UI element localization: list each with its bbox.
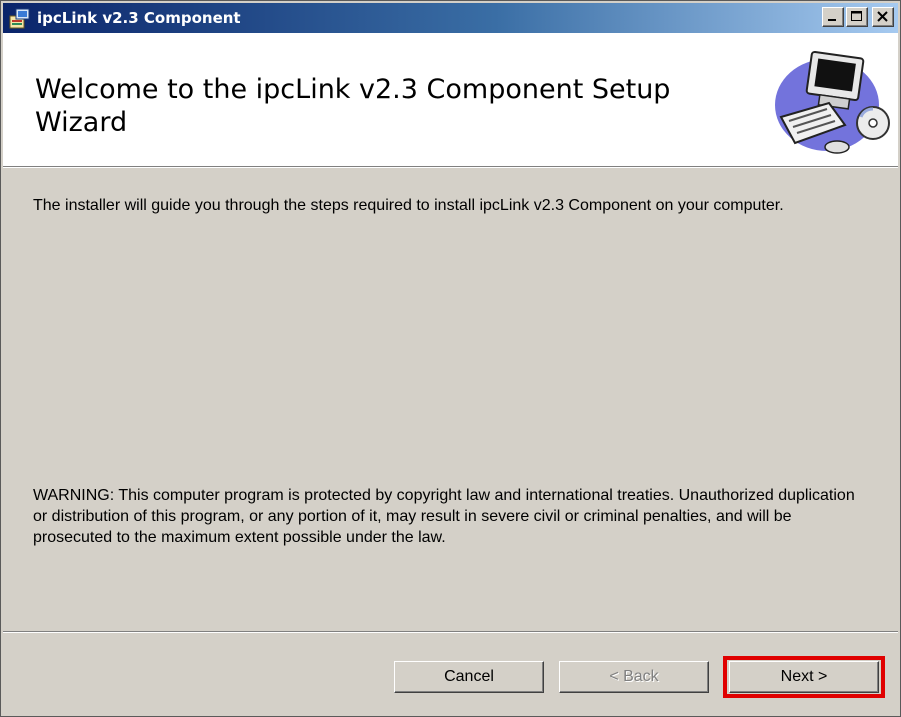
button-separator [3, 631, 898, 633]
minimize-icon [828, 19, 836, 21]
cancel-button[interactable]: Cancel [394, 661, 544, 693]
title-bar-buttons [820, 7, 894, 27]
page-title: Welcome to the ipcLink v2.3 Component Se… [35, 74, 671, 138]
close-button[interactable] [872, 7, 894, 27]
setup-wizard-window: ipcLink v2.3 Component Welcome to the ip… [0, 0, 901, 717]
copyright-warning-text: WARNING: This computer program is protec… [33, 487, 855, 546]
computer-setup-graphic [767, 47, 892, 159]
next-button[interactable]: Next > [729, 661, 879, 693]
intro-text: The installer will guide you through the… [33, 197, 784, 214]
installer-app-icon [9, 7, 31, 29]
wizard-header: Welcome to the ipcLink v2.3 Component Se… [3, 33, 898, 167]
maximize-icon [851, 11, 862, 21]
window-title: ipcLink v2.3 Component [37, 9, 241, 27]
close-icon [877, 11, 888, 22]
maximize-button[interactable] [846, 7, 868, 27]
title-bar[interactable]: ipcLink v2.3 Component [3, 3, 898, 33]
minimize-button[interactable] [822, 7, 844, 27]
back-button[interactable]: < Back [559, 661, 709, 693]
